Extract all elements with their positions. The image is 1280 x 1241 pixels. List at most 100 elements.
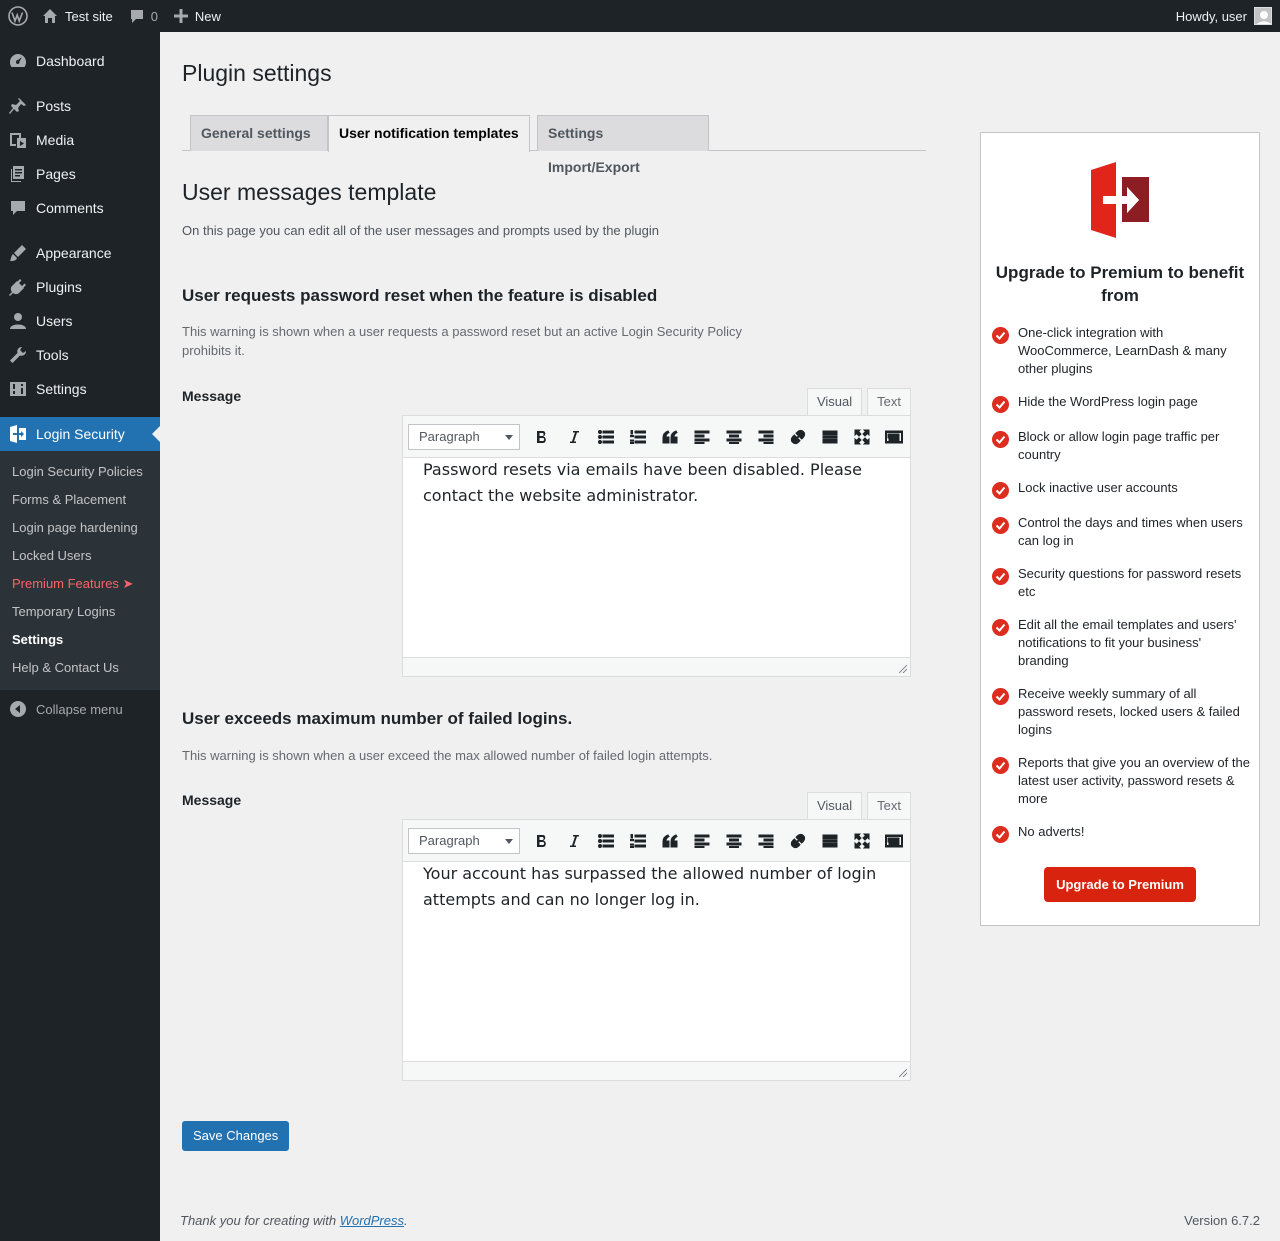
visual-tab[interactable]: Visual: [806, 792, 863, 820]
settings-icon: [8, 379, 28, 399]
text-tab[interactable]: Text: [867, 388, 911, 416]
page-title: Plugin settings: [182, 60, 332, 86]
submenu-settings[interactable]: Settings: [0, 626, 160, 654]
bold-icon[interactable]: [526, 422, 558, 452]
editor-box: Paragraph Password resets via emails hav…: [402, 415, 911, 677]
admin-bar: Test site 0 New Howdy, user: [0, 0, 1280, 32]
editor-content[interactable]: Your account has surpassed the allowed n…: [403, 861, 910, 1061]
premium-feature-item: Receive weekly summary of all password r…: [992, 685, 1252, 739]
new-content-link[interactable]: New: [166, 0, 229, 32]
check-icon: [992, 517, 1009, 534]
my-account-link[interactable]: Howdy, user: [1168, 0, 1280, 32]
wordpress-link[interactable]: WordPress: [340, 1213, 404, 1228]
editor-resize-handle[interactable]: [403, 1061, 910, 1080]
settings-tabs: General settings User notification templ…: [182, 115, 926, 175]
bullet-list-icon[interactable]: [590, 422, 622, 452]
fullscreen-icon[interactable]: [846, 422, 878, 452]
visual-tab[interactable]: Visual: [806, 388, 863, 416]
check-icon: [992, 826, 1009, 843]
plug-icon: [8, 277, 28, 297]
menu-tools[interactable]: Tools: [0, 338, 160, 372]
numbered-list-icon[interactable]: [622, 422, 654, 452]
keyboard-icon[interactable]: [878, 826, 910, 856]
collapse-menu-button[interactable]: Collapse menu: [0, 692, 160, 726]
italic-icon[interactable]: [558, 826, 590, 856]
submenu-temporary-logins[interactable]: Temporary Logins: [0, 598, 160, 626]
block-title: User exceeds maximum number of failed lo…: [182, 709, 573, 728]
upgrade-to-premium-button[interactable]: Upgrade to Premium: [1044, 867, 1196, 902]
menu-login-security[interactable]: Login Security: [0, 417, 160, 451]
tab-general-settings[interactable]: General settings: [190, 115, 328, 151]
footer-thanks: Thank you for creating with WordPress.: [180, 1213, 408, 1228]
menu-appearance[interactable]: Appearance: [0, 236, 160, 270]
menu-settings[interactable]: Settings: [0, 372, 160, 406]
intro-text: On this page you can edit all of the use…: [182, 223, 659, 238]
block-description: This warning is shown when a user reques…: [182, 324, 743, 358]
site-name-link[interactable]: Test site: [34, 0, 121, 32]
submenu-premium-features[interactable]: Premium Features ➤: [0, 570, 160, 598]
editor-toolbar: Paragraph: [403, 820, 910, 862]
align-center-icon[interactable]: [718, 826, 750, 856]
editor-box: Paragraph Your account has surpassed the…: [402, 819, 911, 1081]
avatar: [1254, 7, 1272, 25]
message-editor: Visual Text Paragraph Password resets vi…: [402, 388, 911, 678]
tab-settings-import-export[interactable]: Settings Import/Export: [537, 115, 709, 175]
keyboard-icon[interactable]: [878, 422, 910, 452]
block-description: This warning is shown when a user exceed…: [182, 748, 713, 763]
message-editor: Visual Text Paragraph Your account has s…: [402, 792, 911, 1082]
premium-feature-item: No adverts!: [992, 823, 1252, 843]
comment-icon: [8, 198, 28, 218]
menu-media[interactable]: Media: [0, 123, 160, 157]
check-icon: [992, 431, 1009, 448]
check-icon: [992, 688, 1009, 705]
collapse-arrow-icon: [10, 701, 26, 717]
message-label: Message: [182, 388, 242, 404]
bullet-list-icon[interactable]: [590, 826, 622, 856]
menu-users[interactable]: Users: [0, 304, 160, 338]
premium-upsell-box: Upgrade to Premium to benefit from One-c…: [980, 132, 1260, 926]
save-changes-button[interactable]: Save Changes: [182, 1121, 290, 1151]
fullscreen-icon[interactable]: [846, 826, 878, 856]
premium-feature-item: Reports that give you an overview of the…: [992, 754, 1252, 808]
submenu-forms-placement[interactable]: Forms & Placement: [0, 486, 160, 514]
menu-dashboard[interactable]: Dashboard: [0, 44, 160, 78]
submenu-locked-users[interactable]: Locked Users: [0, 542, 160, 570]
submenu-login-page-hardening[interactable]: Login page hardening: [0, 514, 160, 542]
blockquote-icon[interactable]: [654, 422, 686, 452]
align-left-icon[interactable]: [686, 826, 718, 856]
menu-plugins[interactable]: Plugins: [0, 270, 160, 304]
menu-posts[interactable]: Posts: [0, 89, 160, 123]
editor-resize-handle[interactable]: [403, 657, 910, 676]
wordpress-logo-icon[interactable]: [2, 0, 34, 32]
tab-user-notification-templates[interactable]: User notification templates: [328, 115, 530, 152]
editor-content[interactable]: Password resets via emails have been dis…: [403, 457, 910, 657]
brush-icon: [8, 243, 28, 263]
bold-icon[interactable]: [526, 826, 558, 856]
media-icon: [8, 130, 28, 150]
align-left-icon[interactable]: [686, 422, 718, 452]
link-icon[interactable]: [782, 422, 814, 452]
align-right-icon[interactable]: [750, 826, 782, 856]
link-icon[interactable]: [782, 826, 814, 856]
submenu-help-contact[interactable]: Help & Contact Us: [0, 654, 160, 682]
comments-link[interactable]: 0: [121, 0, 166, 32]
text-tab[interactable]: Text: [867, 792, 911, 820]
read-more-icon[interactable]: [814, 422, 846, 452]
blockquote-icon[interactable]: [654, 826, 686, 856]
main-content: Plugin settings General settings User no…: [160, 32, 1280, 1241]
numbered-list-icon[interactable]: [622, 826, 654, 856]
read-more-icon[interactable]: [814, 826, 846, 856]
italic-icon[interactable]: [558, 422, 590, 452]
login-security-icon: [8, 424, 28, 444]
check-icon: [992, 619, 1009, 636]
premium-feature-item: Edit all the email templates and users' …: [992, 616, 1252, 670]
submenu-login-security-policies[interactable]: Login Security Policies: [0, 458, 160, 486]
align-right-icon[interactable]: [750, 422, 782, 452]
align-center-icon[interactable]: [718, 422, 750, 452]
menu-pages[interactable]: Pages: [0, 157, 160, 191]
premium-feature-item: Control the days and times when users ca…: [992, 514, 1252, 550]
format-select[interactable]: Paragraph: [408, 827, 520, 854]
menu-comments[interactable]: Comments: [0, 191, 160, 225]
format-select[interactable]: Paragraph: [408, 423, 520, 450]
check-icon: [992, 757, 1009, 774]
